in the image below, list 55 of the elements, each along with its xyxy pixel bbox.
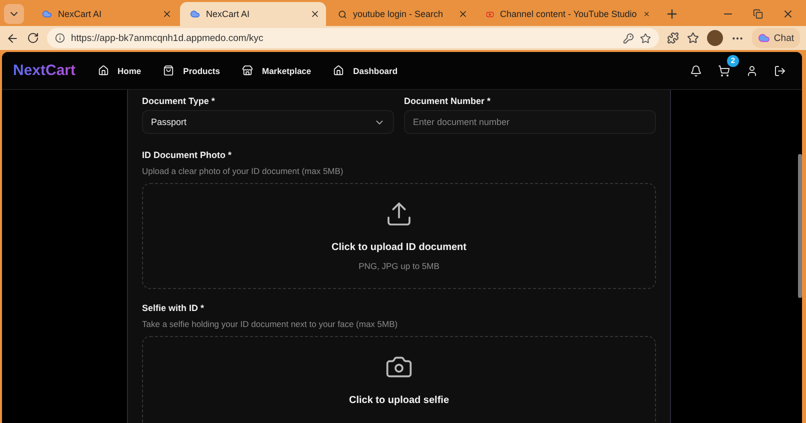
field-hint: Take a selfie holding your ID document next to your face (max 5MB)	[142, 319, 399, 329]
nav-link[interactable]: Products	[163, 65, 220, 76]
cloud-icon	[758, 32, 770, 44]
plus-icon	[665, 7, 679, 21]
store-icon	[242, 65, 253, 76]
nav-link[interactable]: Dashboard	[333, 65, 398, 76]
search-icon	[338, 10, 347, 18]
browser-tab[interactable]: Channel content - YouTube Studio	[476, 2, 656, 26]
notifications-button[interactable]	[688, 62, 704, 78]
cloud-icon	[190, 9, 200, 19]
nav-link[interactable]: Home	[98, 65, 142, 76]
profile-avatar[interactable]	[706, 30, 723, 46]
extensions-icon[interactable]	[666, 32, 679, 44]
home-icon	[98, 65, 109, 76]
field-label: ID Document Photo *	[142, 150, 232, 160]
back-icon[interactable]	[6, 32, 19, 44]
browser-tab[interactable]: NexCart AI	[180, 2, 326, 26]
close-icon[interactable]	[642, 9, 650, 19]
reload-icon[interactable]	[27, 32, 39, 44]
home-icon	[333, 65, 344, 76]
address-bar[interactable]: https://app-bk7anmcqnh1d.appmedo.com/kyc	[47, 28, 659, 48]
upload-dropzone[interactable]: Click to upload selfie	[142, 336, 656, 423]
bag-icon	[163, 65, 174, 76]
field-hint: Upload a clear photo of your ID document (max 5MB)	[142, 166, 344, 176]
upload-title: Click to upload ID document	[331, 242, 466, 253]
field-label: Document Number *	[404, 96, 492, 106]
close-icon[interactable]	[310, 9, 320, 19]
user-icon	[746, 64, 758, 76]
cart-icon	[718, 64, 730, 76]
field-label: Document Type *	[142, 96, 216, 106]
field-label: Selfie with ID *	[142, 303, 206, 313]
browser-tab[interactable]: youtube login - Search	[328, 2, 474, 26]
upload-dropzone[interactable]: Click to upload ID document PNG, JPG up to 5MB	[142, 183, 656, 289]
tab-list-button[interactable]	[4, 4, 24, 24]
browser-tab[interactable]: NexCart AI	[32, 2, 178, 26]
cart-button[interactable]	[716, 62, 732, 78]
close-icon[interactable]	[458, 9, 468, 19]
bell-icon	[690, 64, 702, 76]
logout-icon	[774, 64, 786, 76]
cloud-icon	[42, 9, 52, 19]
scrollbar-thumb[interactable]	[798, 154, 802, 298]
close-icon[interactable]	[162, 9, 172, 19]
upload-note: PNG, JPG up to 5MB	[358, 261, 440, 271]
nav-link[interactable]: Marketplace	[242, 65, 312, 76]
chat-button[interactable]: Chat	[752, 28, 800, 48]
favorites-icon[interactable]	[686, 32, 699, 44]
document-type-select[interactable]: Passport	[142, 110, 394, 134]
upload-icon	[385, 200, 413, 228]
close-icon	[782, 8, 794, 20]
star-icon[interactable]	[640, 32, 651, 44]
info-icon	[55, 33, 65, 43]
key-icon[interactable]	[622, 32, 634, 44]
document-number-field[interactable]: Enter document number	[404, 110, 656, 134]
upload-title: Click to upload selfie	[348, 395, 450, 406]
restore-icon	[753, 9, 763, 19]
